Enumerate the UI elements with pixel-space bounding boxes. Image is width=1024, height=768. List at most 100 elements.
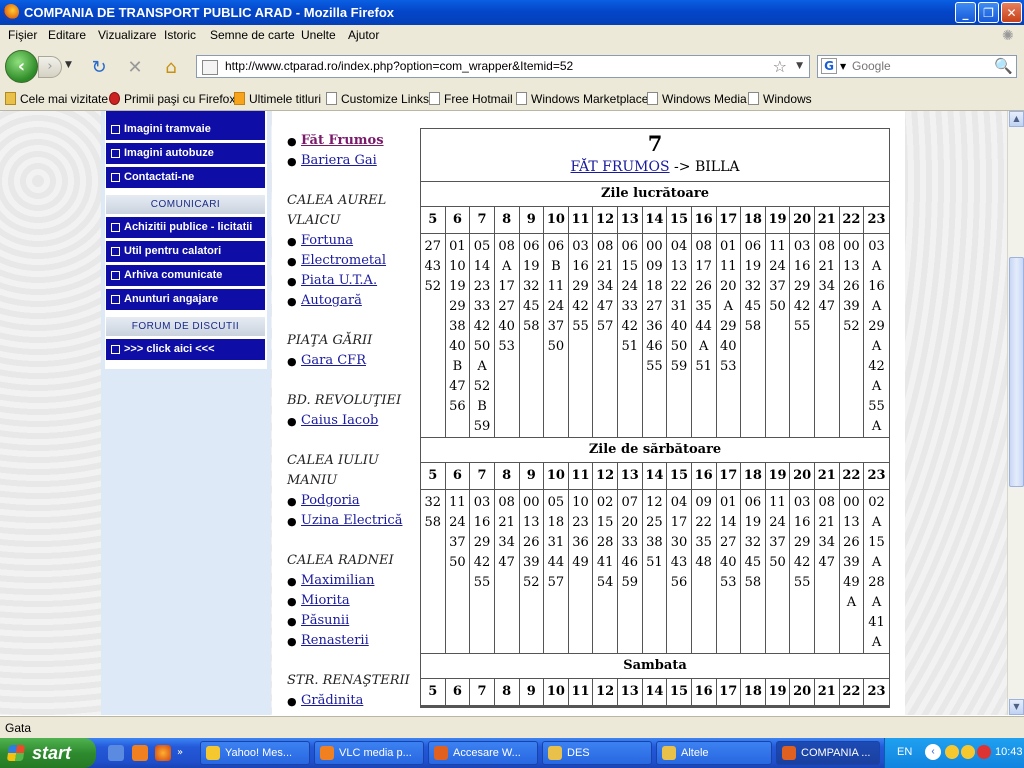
close-button[interactable]: ✕ <box>1001 2 1022 23</box>
menu-bookmarks[interactable]: Semne de carte <box>210 28 295 42</box>
station-link[interactable]: Electrometal <box>301 253 386 268</box>
quicklaunch-expand-icon[interactable]: » <box>177 747 183 758</box>
sidebar-item-bus-images[interactable]: Imagini autobuze <box>106 143 265 164</box>
departure-minute: 51 <box>646 555 663 570</box>
forward-button[interactable]: › <box>38 56 62 78</box>
vlc-quicklaunch-icon[interactable] <box>132 745 148 761</box>
menu-tools[interactable]: Unelte <box>301 28 336 42</box>
station-link[interactable]: Caius Iacob <box>301 413 378 428</box>
bookmark-windows-marketplace[interactable]: Windows Marketplace <box>516 92 648 106</box>
task-accesare[interactable]: Accesare W... <box>428 741 538 765</box>
bookmark-getting-started[interactable]: Primii paşi cu Firefox <box>109 92 235 106</box>
home-icon[interactable]: ⌂ <box>161 58 181 78</box>
bookmark-free-hotmail[interactable]: Free Hotmail <box>429 92 513 106</box>
station-link[interactable]: Fortuna <box>301 233 353 248</box>
sidebar-item-partial[interactable] <box>106 111 265 119</box>
minimize-button[interactable]: _ <box>955 2 976 23</box>
station-link[interactable]: Miorita <box>301 593 350 608</box>
hour-header: 7 <box>470 463 494 490</box>
station-link[interactable]: Piata U.T.A. <box>301 273 377 288</box>
vertical-scrollbar[interactable]: ▲ ▼ <box>1007 111 1024 715</box>
scroll-down-arrow-icon[interactable]: ▼ <box>1009 699 1024 715</box>
departure-minute: 47 <box>449 379 466 394</box>
station-link[interactable]: Grădinita <box>301 693 363 708</box>
square-bullet-icon <box>111 125 120 134</box>
origin-station-link[interactable]: FĂT FRUMOS <box>571 159 670 175</box>
engine-dropdown-icon[interactable]: ▼ <box>840 62 846 71</box>
sidebar-item-tram-images[interactable]: Imagini tramvaie <box>106 119 265 140</box>
station-link[interactable]: Bariera Gai <box>301 153 377 168</box>
start-button[interactable]: start <box>0 738 96 768</box>
google-engine-icon[interactable]: G <box>821 58 837 74</box>
station-link[interactable]: Uzina Electrică <box>301 513 402 528</box>
stop-icon[interactable]: ✕ <box>125 58 145 78</box>
scroll-up-arrow-icon[interactable]: ▲ <box>1009 111 1024 127</box>
station-link[interactable]: Renasterii <box>301 633 369 648</box>
maximize-button[interactable]: ❐ <box>978 2 999 23</box>
search-input[interactable] <box>852 59 992 73</box>
sidebar-item-forum-link[interactable]: >>> click aici <<< <box>106 339 265 360</box>
bookmark-windows-media[interactable]: Windows Media <box>647 92 747 106</box>
departure-minute: 08 <box>596 239 614 254</box>
menu-view[interactable]: Vizualizare <box>98 28 156 42</box>
station-link[interactable]: Păsunii <box>301 613 349 628</box>
hour-header: 5 <box>421 463 445 490</box>
back-button[interactable]: ‹ <box>5 50 38 83</box>
reload-icon[interactable]: ↻ <box>89 58 109 78</box>
departure-minute: 28 <box>868 575 885 590</box>
url-dropdown-icon[interactable]: ▼ <box>796 61 803 71</box>
departure-minute: 46 <box>646 339 663 354</box>
station-link[interactable]: Gara CFR <box>301 353 366 368</box>
sidebar-item-archive[interactable]: Arhiva comunicate <box>106 265 265 286</box>
menu-edit[interactable]: Editare <box>48 28 86 42</box>
security-tray-icon[interactable] <box>977 745 991 759</box>
hour-header: 22 <box>839 207 864 234</box>
window-title-bar[interactable]: COMPANIA DE TRANSPORT PUBLIC ARAD - Mozi… <box>0 0 1024 25</box>
minutes-cell: 00 13 26 39 49 A <box>840 490 864 613</box>
yahoo-tray-icon[interactable] <box>961 745 975 759</box>
search-icon[interactable]: 🔍 <box>994 57 1013 75</box>
search-bar[interactable]: G ▼ 🔍 <box>817 55 1017 78</box>
yahoo-icon <box>206 746 220 760</box>
sidebar-item-contact[interactable]: Contactati-ne <box>106 167 265 188</box>
bookmark-most-visited[interactable]: Cele mai vizitate <box>5 92 108 106</box>
bullet: ● <box>287 595 297 608</box>
firefox-quicklaunch-icon[interactable] <box>155 745 171 761</box>
menu-help[interactable]: Ajutor <box>348 28 379 42</box>
tray-expand-icon[interactable]: ‹ <box>925 744 941 760</box>
task-yahoo-messenger[interactable]: Yahoo! Mes... <box>200 741 310 765</box>
station-link[interactable]: Maximilian <box>301 573 374 588</box>
hour-column: 18 06 19 32 45 58 <box>741 207 766 437</box>
show-desktop-icon[interactable] <box>108 745 124 761</box>
bookmark-windows[interactable]: Windows <box>748 92 812 106</box>
menu-history[interactable]: Istoric <box>164 28 196 42</box>
hour-header: 8 <box>494 207 519 234</box>
task-firefox-active[interactable]: COMPANIA ... <box>776 741 880 765</box>
task-des-folder[interactable]: DES <box>542 741 652 765</box>
minutes-cell: 07 20 33 46 59 <box>618 490 642 593</box>
task-altele-folder[interactable]: Altele <box>656 741 772 765</box>
sidebar-item-jobs[interactable]: Anunturi angajare <box>106 289 265 310</box>
hour-column: 17 01 14 27 40 53 <box>716 463 742 653</box>
departure-minute: 30 <box>670 535 688 550</box>
scrollbar-thumb[interactable] <box>1009 257 1024 487</box>
url-input[interactable] <box>225 58 765 74</box>
sidebar-item-travel-info[interactable]: Util pentru calatori <box>106 241 265 262</box>
station-link[interactable]: Făt Frumos <box>301 133 384 148</box>
url-bar[interactable]: ☆ ▼ <box>196 55 810 78</box>
language-indicator[interactable]: EN <box>897 746 912 758</box>
station-link[interactable]: Podgoria <box>301 493 360 508</box>
departure-minute: 02 <box>596 495 614 510</box>
sidebar-item-public-procurement[interactable]: Achizitii publice - licitatii <box>106 217 265 238</box>
bookmark-latest-headlines[interactable]: Ultimele titluri <box>234 92 321 106</box>
station-link[interactable]: Autogară <box>301 293 362 308</box>
departure-minute: 57 <box>547 575 565 590</box>
task-vlc[interactable]: VLC media p... <box>314 741 424 765</box>
hour-header: 11 <box>568 207 593 234</box>
bookmark-customize-links[interactable]: Customize Links <box>326 92 429 106</box>
bookmark-star-icon[interactable]: ☆ <box>773 57 787 76</box>
status-text: Gata <box>5 721 32 735</box>
history-dropdown-icon[interactable]: ▼ <box>65 60 72 70</box>
menu-file[interactable]: Fişier <box>8 28 37 42</box>
messenger-tray-icon[interactable] <box>945 745 959 759</box>
